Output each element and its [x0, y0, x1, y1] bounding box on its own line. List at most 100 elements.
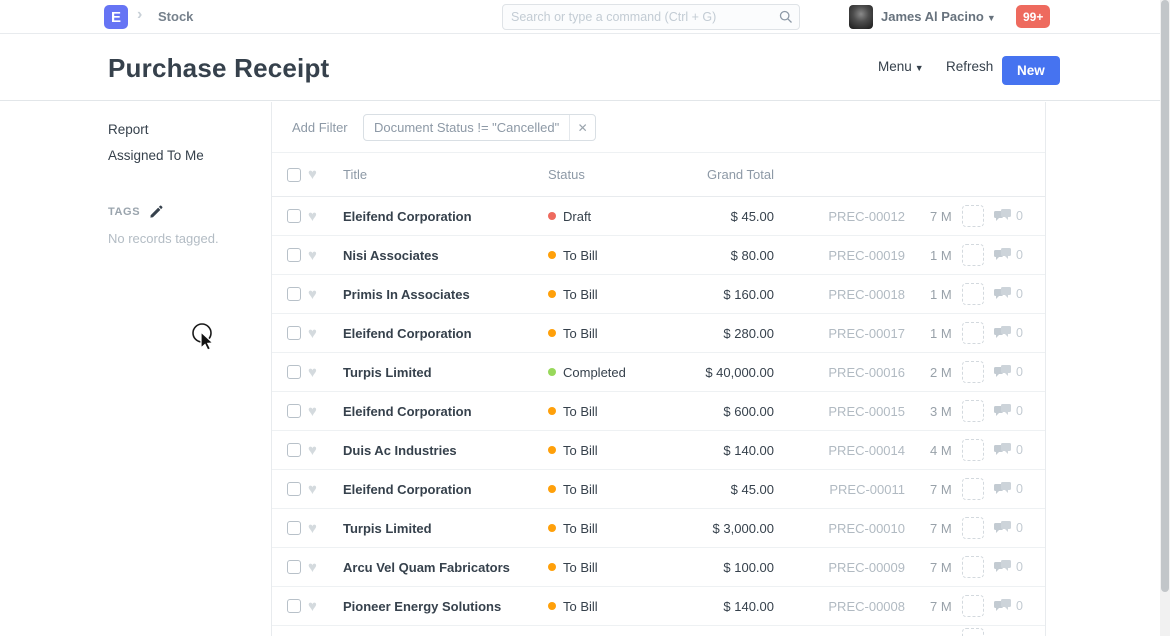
- remove-filter-icon[interactable]: ✕: [569, 115, 595, 140]
- user-avatar[interactable]: [849, 5, 873, 29]
- table-row[interactable]: ♥ Eleifend Corporation To Bill $ 600.00 …: [272, 392, 1045, 431]
- assign-placeholder[interactable]: [962, 283, 984, 305]
- assign-placeholder[interactable]: [962, 400, 984, 422]
- row-checkbox[interactable]: [287, 365, 301, 379]
- row-id[interactable]: PREC-00011: [817, 470, 905, 508]
- row-checkbox[interactable]: [287, 521, 301, 535]
- new-button[interactable]: New: [1002, 56, 1060, 85]
- row-checkbox[interactable]: [287, 560, 301, 574]
- row-id[interactable]: PREC-00010: [817, 509, 905, 547]
- row-id[interactable]: PREC-00016: [817, 353, 905, 391]
- assign-placeholder[interactable]: [962, 322, 984, 344]
- row-checkbox[interactable]: [287, 599, 301, 613]
- assign-placeholder[interactable]: [962, 478, 984, 500]
- table-row[interactable]: ♥ Eleifend Corporation To Bill $ 280.00 …: [272, 314, 1045, 353]
- status-dot: [548, 290, 556, 298]
- edit-tags-pencil-icon[interactable]: [149, 205, 163, 219]
- row-title[interactable]: Eleifend Corporation: [343, 392, 543, 430]
- heart-icon[interactable]: ♥: [308, 470, 328, 508]
- assign-placeholder[interactable]: [962, 244, 984, 266]
- app-logo[interactable]: E: [104, 5, 128, 29]
- menu-button[interactable]: Menu▼: [878, 59, 924, 74]
- filter-chip-label[interactable]: Document Status != "Cancelled": [364, 120, 569, 135]
- row-checkbox[interactable]: [287, 404, 301, 418]
- row-title[interactable]: Turpis Limited: [343, 353, 543, 391]
- comment-icon: [994, 599, 1011, 613]
- notification-badge[interactable]: 99+: [1016, 5, 1050, 28]
- row-checkbox[interactable]: [287, 443, 301, 457]
- row-checkbox[interactable]: [287, 287, 301, 301]
- heart-icon[interactable]: ♥: [308, 353, 328, 391]
- breadcrumb[interactable]: Stock: [158, 9, 193, 24]
- status-dot: [548, 329, 556, 337]
- row-title[interactable]: Primis In Associates: [343, 275, 543, 313]
- table-row[interactable]: ♥ Pioneer Energy Solutions To Bill $ 140…: [272, 587, 1045, 626]
- row-checkbox[interactable]: [287, 209, 301, 223]
- row-checkbox[interactable]: [287, 482, 301, 496]
- assign-placeholder[interactable]: [962, 517, 984, 539]
- assign-placeholder[interactable]: [962, 595, 984, 617]
- table-row[interactable]: ♥ Turpis Limited Completed $ 40,000.00 P…: [272, 353, 1045, 392]
- chevron-down-icon: ▼: [915, 63, 924, 73]
- assign-placeholder[interactable]: [962, 361, 984, 383]
- comment-icon: [994, 326, 1011, 340]
- app-logo-letter: E: [111, 9, 121, 26]
- heart-icon[interactable]: ♥: [308, 314, 328, 352]
- heart-icon[interactable]: ♥: [308, 236, 328, 274]
- row-id[interactable]: PREC-00015: [817, 392, 905, 430]
- add-filter-button[interactable]: Add Filter: [292, 120, 348, 135]
- row-title[interactable]: Duis Ac Industries: [343, 431, 543, 469]
- row-title[interactable]: Eleifend Corporation: [343, 470, 543, 508]
- assign-placeholder[interactable]: [962, 205, 984, 227]
- comment-count: 0: [1016, 209, 1023, 223]
- row-checkbox[interactable]: [287, 326, 301, 340]
- heart-icon[interactable]: ♥: [308, 548, 328, 586]
- sidebar-item-assigned-to-me[interactable]: Assigned To Me: [108, 148, 271, 163]
- row-checkbox[interactable]: [287, 248, 301, 262]
- heart-icon[interactable]: ♥: [308, 587, 328, 625]
- assign-placeholder[interactable]: [962, 439, 984, 461]
- row-title[interactable]: Turpis Limited: [343, 509, 543, 547]
- status-label: To Bill: [563, 443, 598, 458]
- table-row[interactable]: ♥ Arcu Vel Quam Fabricators To Bill $ 10…: [272, 548, 1045, 587]
- table-row[interactable]: ♥ Nisi Associates To Bill $ 80.00 PREC-0…: [272, 236, 1045, 275]
- row-title[interactable]: Nisi Associates: [343, 236, 543, 274]
- row-title[interactable]: Eleifend Corporation: [343, 314, 543, 352]
- row-id[interactable]: PREC-00018: [817, 275, 905, 313]
- comment-icon: [994, 404, 1011, 418]
- row-id[interactable]: PREC-00009: [817, 548, 905, 586]
- table-row[interactable]: ♥ Eleifend Corporation To Bill $ 45.00 P…: [272, 470, 1045, 509]
- heart-icon[interactable]: ♥: [308, 509, 328, 547]
- row-id[interactable]: PREC-00014: [817, 431, 905, 469]
- select-all-checkbox[interactable]: [287, 168, 301, 182]
- row-title[interactable]: Eleifend Corporation: [343, 197, 543, 235]
- heart-icon[interactable]: ♥: [308, 197, 328, 235]
- table-row[interactable]: ♥ Duis Ac Industries To Bill $ 140.00 PR…: [272, 431, 1045, 470]
- sidebar-item-report[interactable]: Report: [108, 122, 271, 137]
- row-title[interactable]: Pioneer Energy Solutions: [343, 587, 543, 625]
- comment-count: 0: [1016, 365, 1023, 379]
- comment-count: 0: [1016, 521, 1023, 535]
- row-id[interactable]: PREC-00017: [817, 314, 905, 352]
- search-icon[interactable]: [773, 10, 799, 24]
- list-rows: ♥ Eleifend Corporation Draft $ 45.00 PRE…: [272, 197, 1045, 636]
- row-id[interactable]: PREC-00019: [817, 236, 905, 274]
- heart-icon[interactable]: ♥: [308, 392, 328, 430]
- search-input[interactable]: [503, 10, 773, 24]
- row-grand-total: $ 3,000.00: [622, 509, 774, 547]
- row-id[interactable]: PREC-00012: [817, 197, 905, 235]
- table-row[interactable]: ♥ Eleifend Corporation Draft $ 45.00 PRE…: [272, 197, 1045, 236]
- scrollbar-thumb[interactable]: [1161, 0, 1169, 592]
- active-filter-chip[interactable]: Document Status != "Cancelled" ✕: [363, 114, 596, 141]
- heart-icon[interactable]: ♥: [308, 275, 328, 313]
- table-row[interactable]: ♥ Turpis Limited To Bill $ 3,000.00 PREC…: [272, 509, 1045, 548]
- table-row[interactable]: ♥ Primis In Associates To Bill $ 160.00 …: [272, 275, 1045, 314]
- row-title[interactable]: Arcu Vel Quam Fabricators: [343, 548, 543, 586]
- heart-icon[interactable]: ♥: [308, 431, 328, 469]
- user-menu[interactable]: James Al Pacino▼: [881, 9, 996, 24]
- refresh-button[interactable]: Refresh: [946, 59, 993, 74]
- list-container: Add Filter Document Status != "Cancelled…: [272, 102, 1046, 636]
- row-id[interactable]: PREC-00008: [817, 587, 905, 625]
- assign-placeholder[interactable]: [962, 556, 984, 578]
- heart-icon[interactable]: ♥: [308, 153, 328, 196]
